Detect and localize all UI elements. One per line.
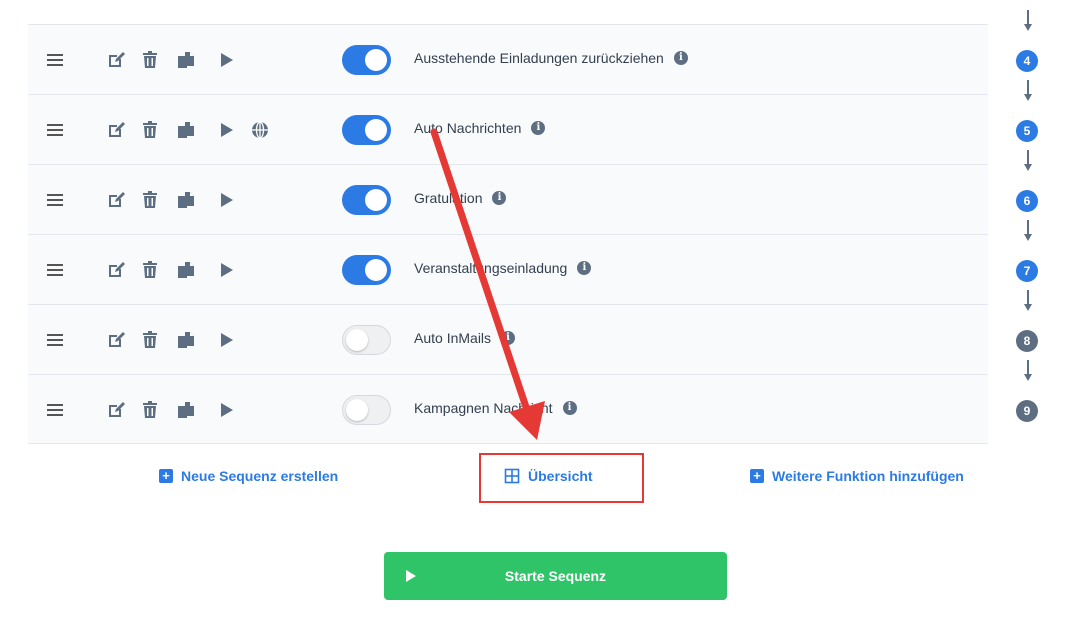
step-number-badge: 4 xyxy=(1016,50,1038,72)
sequence-toggle[interactable] xyxy=(342,325,391,355)
drag-handle-icon[interactable] xyxy=(47,124,63,136)
info-icon[interactable]: i xyxy=(577,261,592,275)
start-sequence-button[interactable]: Starte Sequenz xyxy=(384,552,727,600)
sequence-name: Ausstehende Einladungen zurückziehen i xyxy=(414,50,688,66)
sequence-label: Veranstaltungseinladung xyxy=(414,260,568,276)
step-number-badge: 9 xyxy=(1016,400,1038,422)
copy-icon[interactable] xyxy=(176,260,196,280)
sequence-row: Kampagnen Nachricht i xyxy=(28,374,988,444)
sequence-name: Auto Nachrichten i xyxy=(414,120,546,136)
start-sequence-label: Starte Sequenz xyxy=(504,568,607,584)
add-function-label: Weitere Funktion hinzufügen xyxy=(772,468,964,484)
trash-icon[interactable] xyxy=(140,120,160,140)
trash-icon[interactable] xyxy=(140,260,160,280)
edit-icon[interactable] xyxy=(106,190,126,210)
sequence-toggle[interactable] xyxy=(342,45,391,75)
drag-handle-icon[interactable] xyxy=(47,404,63,416)
sequence-toggle[interactable] xyxy=(342,115,391,145)
drag-handle-icon[interactable] xyxy=(47,334,63,346)
play-icon[interactable] xyxy=(216,50,236,70)
trash-icon[interactable] xyxy=(140,400,160,420)
info-icon[interactable]: i xyxy=(501,331,516,345)
edit-icon[interactable] xyxy=(106,120,126,140)
play-icon[interactable] xyxy=(216,120,236,140)
step-number-badge: 6 xyxy=(1016,190,1038,212)
sequence-list: Ausstehende Einladungen zurückziehen i Aut… xyxy=(28,24,988,444)
edit-icon[interactable] xyxy=(106,50,126,70)
add-function-link[interactable]: + Weitere Funktion hinzufügen xyxy=(750,468,964,484)
arrow-down-icon xyxy=(1024,150,1032,171)
copy-icon[interactable] xyxy=(176,190,196,210)
drag-handle-icon[interactable] xyxy=(47,194,63,206)
sequence-name: Veranstaltungseinladung i xyxy=(414,260,592,276)
info-icon[interactable]: i xyxy=(673,51,688,65)
sequence-label: Gratulation xyxy=(414,190,483,206)
plus-icon: + xyxy=(750,469,764,483)
sequence-name: Auto InMails i xyxy=(414,330,516,346)
play-icon[interactable] xyxy=(216,260,236,280)
copy-icon[interactable] xyxy=(176,50,196,70)
overview-highlight-box xyxy=(479,453,644,503)
arrow-down-icon xyxy=(1024,10,1032,31)
edit-icon[interactable] xyxy=(106,400,126,420)
sequence-name: Gratulation i xyxy=(414,190,507,206)
step-number-badge: 5 xyxy=(1016,120,1038,142)
copy-icon[interactable] xyxy=(176,330,196,350)
sequence-row: Auto InMails i xyxy=(28,304,988,374)
new-sequence-label: Neue Sequenz erstellen xyxy=(181,468,339,484)
edit-icon[interactable] xyxy=(106,330,126,350)
drag-handle-icon[interactable] xyxy=(47,54,63,66)
drag-handle-icon[interactable] xyxy=(47,264,63,276)
sequence-row: Veranstaltungseinladung i xyxy=(28,234,988,304)
step-number-badge: 7 xyxy=(1016,260,1038,282)
sequence-flow-indicator: 4 5 6 7 8 9 xyxy=(1012,0,1044,440)
edit-icon[interactable] xyxy=(106,260,126,280)
trash-icon[interactable] xyxy=(140,50,160,70)
sequence-row: Auto Nachrichten i xyxy=(28,94,988,164)
trash-icon[interactable] xyxy=(140,330,160,350)
sequence-row: Ausstehende Einladungen zurückziehen i xyxy=(28,24,988,94)
play-icon[interactable] xyxy=(216,190,236,210)
arrow-down-icon xyxy=(1024,290,1032,311)
play-icon[interactable] xyxy=(216,400,236,420)
info-icon[interactable]: i xyxy=(492,191,507,205)
play-icon[interactable] xyxy=(216,330,236,350)
copy-icon[interactable] xyxy=(176,120,196,140)
sequence-toggle[interactable] xyxy=(342,185,391,215)
arrow-down-icon xyxy=(1024,220,1032,241)
plus-icon: + xyxy=(159,469,173,483)
arrow-down-icon xyxy=(1024,80,1032,101)
sequence-toggle[interactable] xyxy=(342,255,391,285)
play-icon xyxy=(406,570,416,582)
info-icon[interactable]: i xyxy=(562,401,577,415)
sequence-row: Gratulation i xyxy=(28,164,988,234)
arrow-down-icon xyxy=(1024,360,1032,381)
sequence-label: Auto InMails xyxy=(414,330,492,346)
sequence-name: Kampagnen Nachricht i xyxy=(414,400,577,416)
sequence-label: Kampagnen Nachricht xyxy=(414,400,553,416)
info-icon[interactable]: i xyxy=(531,121,546,135)
globe-icon[interactable] xyxy=(250,120,270,140)
sequence-label: Ausstehende Einladungen zurückziehen xyxy=(414,50,664,66)
copy-icon[interactable] xyxy=(176,400,196,420)
sequence-label: Auto Nachrichten xyxy=(414,120,522,136)
trash-icon[interactable] xyxy=(140,190,160,210)
new-sequence-link[interactable]: + Neue Sequenz erstellen xyxy=(159,468,338,484)
step-number-badge: 8 xyxy=(1016,330,1038,352)
sequence-toggle[interactable] xyxy=(342,395,391,425)
